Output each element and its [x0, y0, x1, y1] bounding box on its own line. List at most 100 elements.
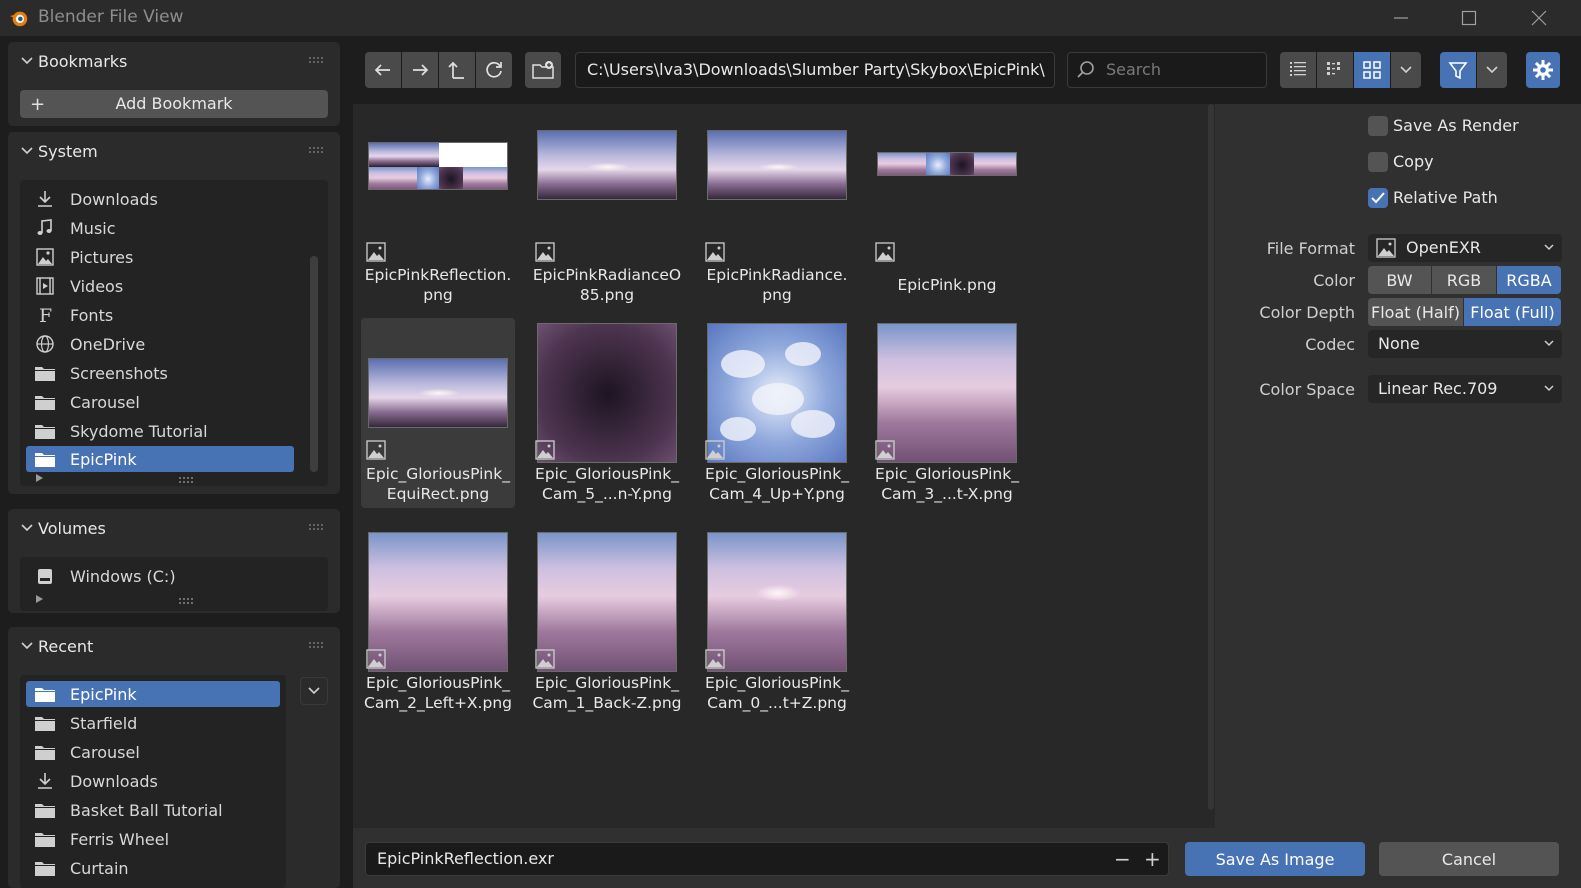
system-item-pictures[interactable]: Pictures: [26, 244, 294, 270]
add-bookmark-label: Add Bookmark: [115, 94, 233, 113]
filter-settings-dropdown[interactable]: [1477, 52, 1507, 88]
color-rgb-option[interactable]: RGB: [1432, 266, 1496, 294]
resize-arrow-icon[interactable]: [36, 474, 43, 482]
system-scrollbar[interactable]: [310, 256, 318, 472]
system-item-fonts[interactable]: F Fonts: [26, 302, 294, 328]
color-bw-option[interactable]: BW: [1368, 266, 1431, 294]
drag-grip-icon[interactable]: [308, 523, 326, 533]
forward-button[interactable]: [402, 52, 438, 88]
file-tile[interactable]: Epic_GloriousPink_ Cam_2_Left+X.png: [361, 527, 515, 717]
system-item-skydome-tutorial[interactable]: Skydome Tutorial: [26, 418, 294, 444]
search-field[interactable]: Search: [1067, 52, 1267, 88]
drag-grip-icon[interactable]: [308, 146, 326, 156]
minimize-button[interactable]: [1371, 0, 1431, 36]
file-tile[interactable]: EpicPinkReflection. png: [361, 122, 515, 312]
sidebar-item-label: Skydome Tutorial: [70, 421, 208, 441]
folder-icon: [35, 862, 55, 876]
bookmarks-header[interactable]: Bookmarks: [8, 42, 340, 82]
file-name-line2: Cam_5_...n-Y.png: [542, 485, 672, 503]
color-mode-selector: BW RGB RGBA: [1368, 266, 1562, 294]
file-tile[interactable]: EpicPinkRadianceO 85.png: [530, 122, 684, 312]
recent-panel: Recent EpicPink Starfield Carousel Downl…: [8, 627, 340, 888]
add-bookmark-button[interactable]: + Add Bookmark: [20, 90, 328, 118]
filename-field[interactable]: EpicPinkReflection.exr − +: [365, 842, 1169, 876]
directory-path-field[interactable]: C:\Users\lva3\Downloads\Slumber Party\Sk…: [575, 52, 1055, 88]
thumbnails-button[interactable]: [1354, 52, 1390, 88]
save-as-render-label: Save As Render: [1393, 116, 1519, 135]
sidebar-item-label: Starfield: [70, 713, 138, 733]
file-tile[interactable]: EpicPinkRadiance. png: [700, 122, 854, 312]
volumes-header[interactable]: Volumes: [8, 509, 340, 549]
display-settings-dropdown[interactable]: [1391, 52, 1421, 88]
file-area-scrollbar[interactable]: [1208, 104, 1214, 810]
file-tile[interactable]: Epic_GloriousPink_ Cam_1_Back-Z.png: [530, 527, 684, 717]
color-rgba-option[interactable]: RGBA: [1497, 266, 1561, 294]
sidebar-item-label: Downloads: [70, 189, 158, 209]
recent-item-epicpink[interactable]: EpicPink: [26, 681, 280, 707]
new-folder-button[interactable]: [525, 52, 561, 88]
recent-item-downloads[interactable]: Downloads: [26, 768, 280, 794]
chevron-down-icon: [308, 687, 320, 695]
system-header[interactable]: System: [8, 132, 340, 172]
system-item-carousel[interactable]: Carousel: [26, 389, 294, 415]
system-item-onedrive[interactable]: OneDrive: [26, 331, 294, 357]
folder-icon: [35, 453, 55, 467]
horizontal-list-button[interactable]: [1317, 52, 1353, 88]
close-button[interactable]: [1509, 0, 1569, 36]
decrement-icon[interactable]: −: [1114, 847, 1131, 871]
color-space-dropdown[interactable]: Linear Rec.709: [1368, 375, 1562, 403]
system-item-videos[interactable]: Videos: [26, 273, 294, 299]
recent-item-basket-ball-tutorial[interactable]: Basket Ball Tutorial: [26, 797, 280, 823]
file-tile[interactable]: Epic_GloriousPink_ Cam_3_...t-X.png: [870, 318, 1024, 508]
file-format-dropdown[interactable]: OpenEXR: [1368, 234, 1562, 262]
parent-directory-button[interactable]: [439, 52, 475, 88]
maximize-button[interactable]: [1439, 0, 1499, 36]
file-name: EpicPinkRadiance. png: [696, 265, 858, 305]
vertical-list-button[interactable]: [1280, 52, 1316, 88]
system-item-music[interactable]: Music: [26, 215, 294, 241]
back-button[interactable]: [365, 52, 401, 88]
recent-menu-button[interactable]: [300, 677, 328, 705]
resize-arrow-icon[interactable]: [36, 595, 43, 603]
image-file-icon: [705, 242, 725, 262]
file-name: Epic_GloriousPink_ Cam_3_...t-X.png: [866, 464, 1028, 504]
refresh-button[interactable]: [476, 52, 512, 88]
resize-dots-icon[interactable]: [178, 597, 196, 605]
system-item-screenshots[interactable]: Screenshots: [26, 360, 294, 386]
recent-item-starfield[interactable]: Starfield: [26, 710, 280, 736]
file-tile[interactable]: EpicPink.png: [870, 122, 1024, 312]
increment-icon[interactable]: +: [1144, 847, 1161, 871]
file-tile-selected[interactable]: Epic_GloriousPink_ EquiRect.png: [361, 318, 515, 508]
codec-dropdown[interactable]: None: [1368, 330, 1562, 358]
recent-item-carousel[interactable]: Carousel: [26, 739, 280, 765]
system-item-downloads[interactable]: Downloads: [26, 186, 294, 212]
relative-path-checkbox[interactable]: [1368, 188, 1388, 208]
filter-toggle-button[interactable]: [1440, 52, 1476, 88]
save-as-image-button[interactable]: Save As Image: [1185, 842, 1365, 876]
file-format-label: File Format: [1266, 239, 1355, 258]
drag-grip-icon[interactable]: [308, 56, 326, 66]
settings-button[interactable]: [1526, 52, 1560, 88]
chevron-down-icon: [21, 147, 33, 155]
resize-dots-icon[interactable]: [178, 476, 196, 484]
copy-checkbox[interactable]: [1368, 152, 1388, 172]
recent-item-ferris-wheel[interactable]: Ferris Wheel: [26, 826, 280, 852]
float-half-option[interactable]: Float (Half): [1368, 298, 1463, 326]
file-tile[interactable]: Epic_GloriousPink_ Cam_4_Up+Y.png: [700, 318, 854, 508]
file-tile[interactable]: Epic_GloriousPink_ Cam_0_...t+Z.png: [700, 527, 854, 717]
volume-item-windows[interactable]: Windows (C:): [26, 563, 306, 589]
blender-logo: [9, 11, 28, 27]
recent-header[interactable]: Recent: [8, 627, 340, 667]
recent-item-curtain[interactable]: Curtain: [26, 855, 280, 881]
file-name-line2: Cam_1_Back-Z.png: [532, 694, 682, 712]
file-tile[interactable]: Epic_GloriousPink_ Cam_5_...n-Y.png: [530, 318, 684, 508]
drag-grip-icon[interactable]: [308, 641, 326, 651]
system-item-epicpink[interactable]: EpicPink: [26, 446, 294, 472]
file-thumbnail: [368, 142, 508, 190]
file-thumbnail: [707, 130, 847, 200]
float-full-option[interactable]: Float (Full): [1464, 298, 1561, 326]
file-name-line2: Cam_3_...t-X.png: [881, 485, 1013, 503]
folder-icon: [35, 746, 55, 760]
save-as-render-checkbox[interactable]: [1368, 116, 1388, 136]
cancel-button[interactable]: Cancel: [1379, 842, 1559, 876]
